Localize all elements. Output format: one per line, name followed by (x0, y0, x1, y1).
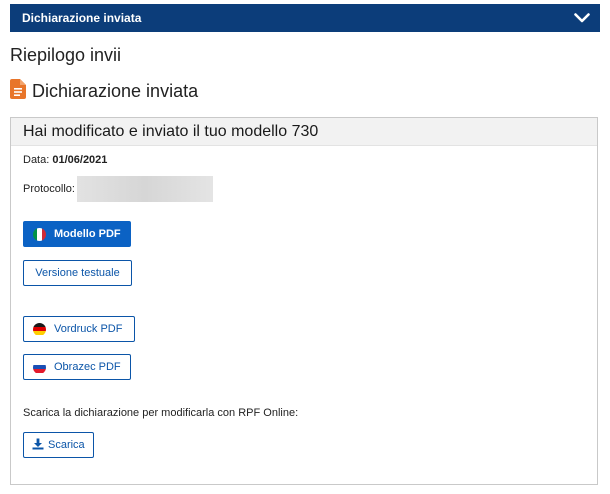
section-header-title: Dichiarazione inviata (22, 11, 142, 25)
modello-pdf-label: Modello PDF (54, 228, 121, 240)
versione-testuale-button[interactable]: Versione testuale (23, 260, 132, 286)
italian-flag-icon (33, 227, 46, 241)
obrazec-pdf-label: Obrazec PDF (54, 361, 121, 373)
slovenian-flag-icon (33, 360, 46, 374)
date-row: Data: 01/06/2021 (23, 154, 107, 166)
section-header-bar[interactable]: Dichiarazione inviata (10, 4, 600, 32)
chevron-down-icon[interactable] (574, 13, 590, 23)
vordruck-pdf-label: Vordruck PDF (54, 323, 123, 335)
german-flag-icon (33, 322, 46, 336)
subsection-heading: Dichiarazione inviata (10, 79, 198, 104)
modello-pdf-button[interactable]: Modello PDF (23, 221, 131, 247)
protocol-label: Protocollo: (23, 183, 75, 195)
download-icon (32, 438, 44, 453)
scarica-label: Scarica (48, 439, 85, 451)
obrazec-pdf-button[interactable]: Obrazec PDF (23, 354, 131, 380)
download-instructions: Scarica la dichiarazione per modificarla… (23, 407, 299, 419)
submission-panel: Hai modificato e inviato il tuo modello … (10, 117, 598, 485)
date-value: 01/06/2021 (52, 154, 108, 166)
versione-testuale-label: Versione testuale (35, 267, 120, 279)
protocol-redacted-value (77, 176, 213, 202)
vordruck-pdf-button[interactable]: Vordruck PDF (23, 316, 135, 342)
panel-title: Hai modificato e inviato il tuo modello … (11, 118, 597, 146)
scarica-button[interactable]: Scarica (23, 432, 94, 458)
subsection-title: Dichiarazione inviata (32, 81, 199, 101)
page-title: Riepilogo invii (10, 45, 122, 65)
document-icon (10, 79, 26, 104)
date-label: Data: (23, 154, 50, 166)
